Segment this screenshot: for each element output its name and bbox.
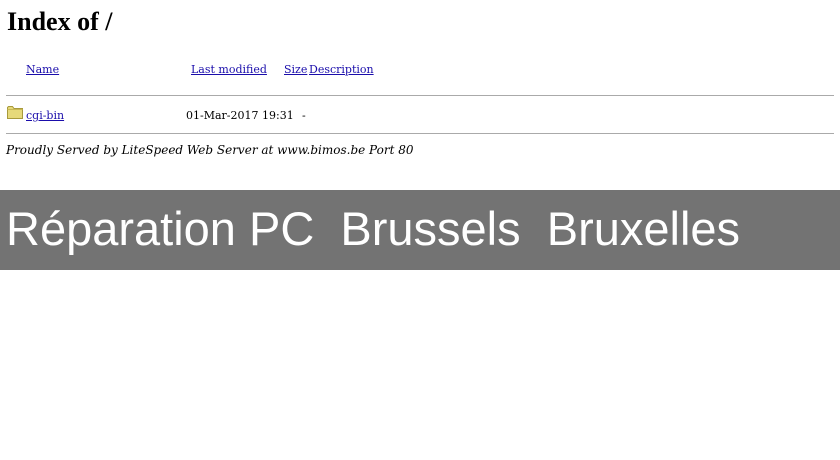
- cgi-bin-size: -: [302, 109, 306, 122]
- header-divider: [6, 95, 834, 96]
- size-column-header[interactable]: Size: [284, 63, 307, 77]
- banner-title: Réparation PC Brussels Bruxelles: [6, 202, 741, 255]
- last-modified-column-header[interactable]: Last modified: [191, 63, 267, 77]
- name-column-header[interactable]: Name: [26, 63, 59, 77]
- cgi-bin-link[interactable]: cgi-bin: [26, 109, 64, 123]
- server-signature: Proudly Served by LiteSpeed Web Server a…: [6, 143, 414, 157]
- title-banner: Réparation PC Brussels Bruxelles: [0, 190, 840, 270]
- footer-divider: [6, 133, 834, 134]
- page-title: Index of /: [7, 7, 113, 36]
- cgi-bin-last-modified: 01-Mar-2017 19:31: [186, 109, 294, 122]
- description-column-header[interactable]: Description: [309, 63, 374, 77]
- folder-icon: [7, 104, 23, 119]
